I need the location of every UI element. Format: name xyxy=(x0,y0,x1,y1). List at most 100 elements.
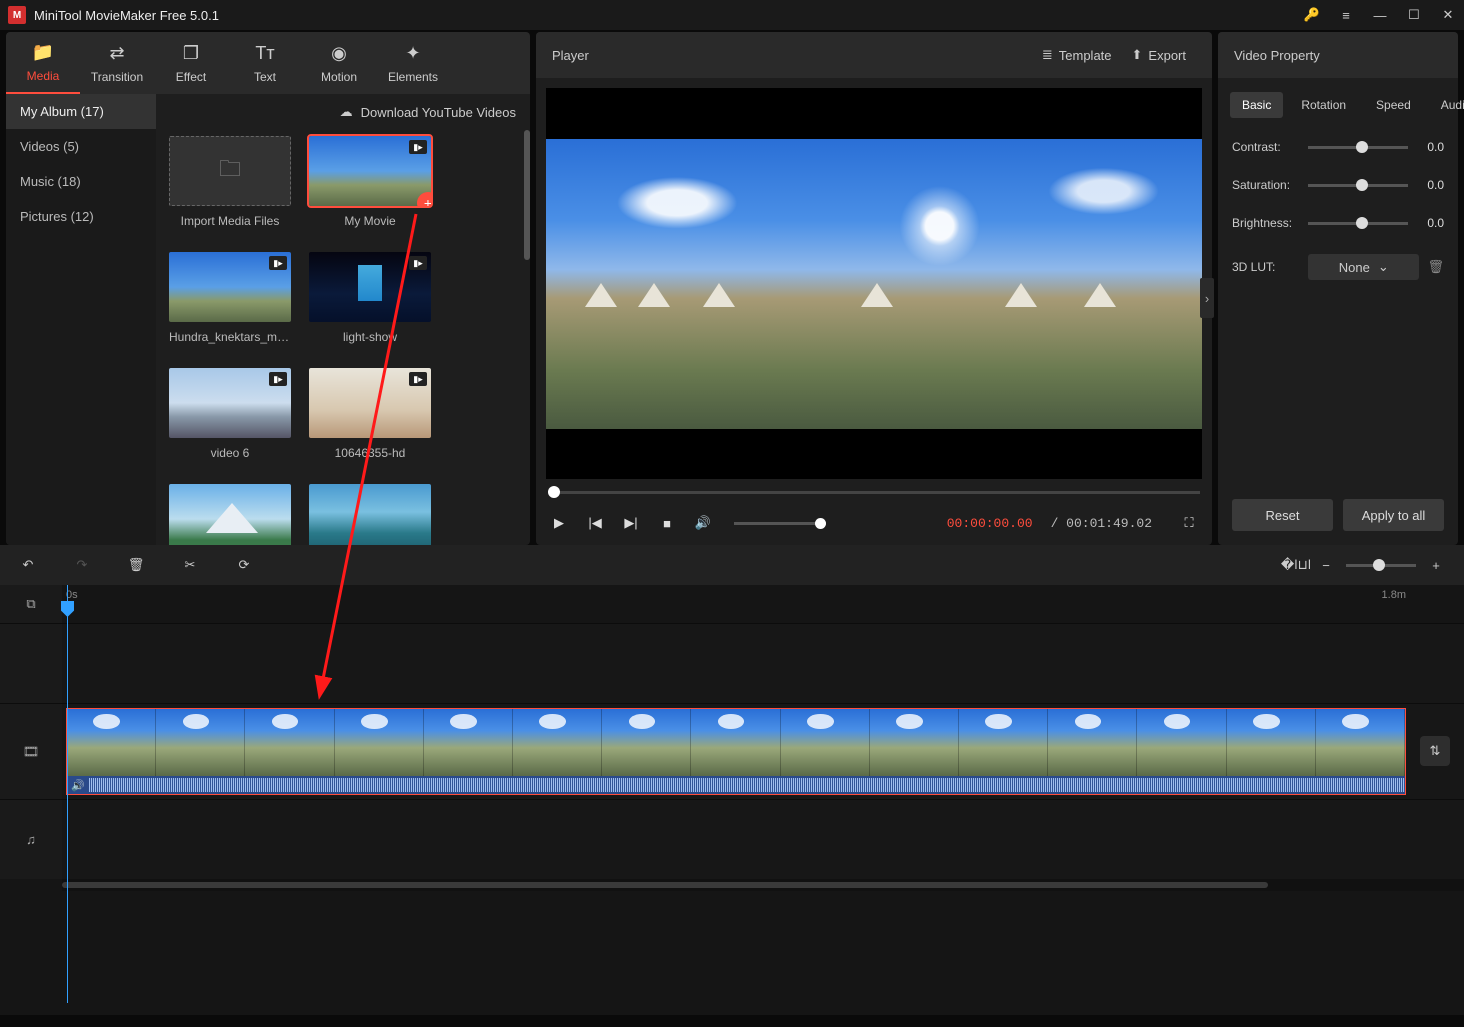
ruler-end-label: 1.8m xyxy=(1382,589,1406,601)
film-icon: 🎞 xyxy=(23,744,40,760)
media-caption: light-show xyxy=(309,330,431,344)
overlay-track[interactable] xyxy=(62,624,1464,703)
expand-chevron-icon[interactable]: › xyxy=(1200,278,1214,318)
elements-icon: ✦ xyxy=(405,43,420,64)
download-youtube-link[interactable]: Download YouTube Videos xyxy=(361,105,516,120)
sidebar-item-3[interactable]: Pictures (12) xyxy=(6,199,156,234)
media-thumbnail[interactable]: ▮▸ xyxy=(309,252,431,322)
media-thumbnail[interactable] xyxy=(309,484,431,545)
prev-frame-button[interactable]: |◀ xyxy=(586,514,604,532)
seek-bar[interactable] xyxy=(548,483,1200,501)
properties-tabs: BasicRotationSpeedAudio xyxy=(1218,78,1458,128)
maximize-button[interactable]: ☐ xyxy=(1406,7,1422,23)
template-button[interactable]: ≣ Template xyxy=(1032,47,1122,63)
audio-track-head: ♫ xyxy=(0,800,62,879)
volume-icon[interactable]: 🔊 xyxy=(694,514,712,532)
time-duration: / 00:01:49.02 xyxy=(1051,516,1152,531)
chevron-down-icon: ⌄ xyxy=(1378,259,1389,275)
media-item[interactable] xyxy=(306,484,434,545)
fullscreen-button[interactable]: ⛶ xyxy=(1180,514,1198,532)
scrollbar-thumb[interactable] xyxy=(524,130,530,260)
media-thumbnail[interactable]: ▮▸+ xyxy=(309,136,431,206)
player-header: Player ≣ Template ⬆ Export xyxy=(536,32,1212,78)
next-frame-button[interactable]: ▶| xyxy=(622,514,640,532)
split-button[interactable]: ✂ xyxy=(180,555,200,575)
media-thumbnail[interactable]: ▮▸ xyxy=(169,252,291,322)
tab-motion[interactable]: ◉Motion xyxy=(302,32,376,94)
sidebar-item-0[interactable]: My Album (17) xyxy=(6,94,156,129)
import-media-button[interactable]: 🗀 xyxy=(169,136,291,206)
lut-select[interactable]: None ⌄ xyxy=(1308,254,1419,280)
media-item[interactable]: ▮▸video 6 xyxy=(166,368,294,460)
stop-button[interactable]: ■ xyxy=(658,514,676,532)
prop-tab-rotation[interactable]: Rotation xyxy=(1289,92,1358,118)
fit-button[interactable]: �ǀ⊔ǀ xyxy=(1286,555,1306,575)
undo-button[interactable]: ↶ xyxy=(18,555,38,575)
edit-toolbar: ↶ ↷ 🗑 ✂ ⟳ �ǀ⊔ǀ − + xyxy=(0,545,1464,585)
speaker-icon: 🔊 xyxy=(71,779,85,792)
delete-button[interactable]: 🗑 xyxy=(126,555,146,575)
media-thumbnail[interactable]: ▮▸ xyxy=(309,368,431,438)
tab-transition[interactable]: ⇄Transition xyxy=(80,32,154,94)
horizontal-scrollbar[interactable] xyxy=(62,879,1464,891)
prop-tab-audio[interactable]: Audio xyxy=(1429,92,1464,118)
volume-slider[interactable] xyxy=(734,522,826,525)
tab-media[interactable]: 📁Media xyxy=(6,32,80,94)
tab-effect[interactable]: ❐Effect xyxy=(154,32,228,94)
prop-row-saturation: Saturation: 0.0 xyxy=(1218,166,1458,204)
prop-row-brightness: Brightness: 0.0 xyxy=(1218,204,1458,242)
video-preview[interactable] xyxy=(546,88,1202,479)
media-thumbnail[interactable]: ▮▸ xyxy=(169,368,291,438)
play-button[interactable]: ▶ xyxy=(550,514,568,532)
prop-slider[interactable] xyxy=(1308,222,1408,225)
tab-text[interactable]: TᴛText xyxy=(228,32,302,94)
prop-value: 0.0 xyxy=(1416,216,1444,230)
media-panel: 📁Media⇄Transition❐EffectTᴛText◉Motion✦El… xyxy=(6,32,530,545)
player-panel: Player ≣ Template ⬆ Export ▶ xyxy=(536,32,1212,545)
apply-all-button[interactable]: Apply to all xyxy=(1343,499,1444,531)
prop-slider[interactable] xyxy=(1308,184,1408,187)
prop-tab-speed[interactable]: Speed xyxy=(1364,92,1423,118)
speed-button[interactable]: ⟳ xyxy=(234,555,254,575)
media-item[interactable]: ▮▸Hundra_knektars_ma... xyxy=(166,252,294,344)
zoom-out-button[interactable]: − xyxy=(1316,555,1336,575)
app-logo: M xyxy=(8,6,26,24)
video-track[interactable]: 🔊 xyxy=(62,704,1464,799)
video-clip[interactable]: 🔊 xyxy=(66,708,1406,795)
export-button[interactable]: ⬆ Export xyxy=(1122,47,1196,63)
add-track-button[interactable]: ⧉ xyxy=(0,585,62,623)
media-item[interactable]: ▮▸10646355-hd xyxy=(306,368,434,460)
media-grid: 🗀Import Media Files▮▸+My Movie▮▸Hundra_k… xyxy=(156,130,530,545)
reset-button[interactable]: Reset xyxy=(1232,499,1333,531)
menu-icon[interactable]: ≡ xyxy=(1338,7,1354,23)
media-thumbnail[interactable] xyxy=(169,484,291,545)
media-caption: My Movie xyxy=(309,214,431,228)
media-item[interactable]: ▮▸ light-show xyxy=(306,252,434,344)
app-title: MiniTool MovieMaker Free 5.0.1 xyxy=(34,8,1304,23)
playhead[interactable] xyxy=(67,585,68,1003)
zoom-slider[interactable] xyxy=(1346,564,1416,567)
time-ruler[interactable]: 0s 1.8m xyxy=(62,585,1464,623)
media-sidebar: My Album (17)Videos (5)Music (18)Picture… xyxy=(6,94,156,545)
prop-slider[interactable] xyxy=(1308,146,1408,149)
prop-tab-basic[interactable]: Basic xyxy=(1230,92,1283,118)
audio-track[interactable] xyxy=(62,800,1464,879)
close-button[interactable]: ✕ xyxy=(1440,7,1456,23)
minimize-button[interactable]: — xyxy=(1372,7,1388,23)
folder-icon: 🗀 xyxy=(219,152,241,190)
lut-delete-button[interactable]: 🗑 xyxy=(1427,259,1444,275)
layers-icon: ≣ xyxy=(1042,47,1053,63)
add-to-timeline-button[interactable]: + xyxy=(417,192,431,206)
tab-label: Effect xyxy=(176,70,206,84)
media-item[interactable]: ▮▸+ My Movie xyxy=(306,136,434,228)
sidebar-item-1[interactable]: Videos (5) xyxy=(6,129,156,164)
media-item[interactable] xyxy=(166,484,294,545)
zoom-in-button[interactable]: + xyxy=(1426,555,1446,575)
swap-tracks-button[interactable]: ⇅ xyxy=(1420,736,1450,766)
sidebar-item-2[interactable]: Music (18) xyxy=(6,164,156,199)
key-icon[interactable]: 🔑 xyxy=(1304,7,1320,23)
tab-elements[interactable]: ✦Elements xyxy=(376,32,450,94)
media-item[interactable]: 🗀Import Media Files xyxy=(166,136,294,228)
time-current: 00:00:00.00 xyxy=(947,516,1033,531)
redo-button[interactable]: ↷ xyxy=(72,555,92,575)
